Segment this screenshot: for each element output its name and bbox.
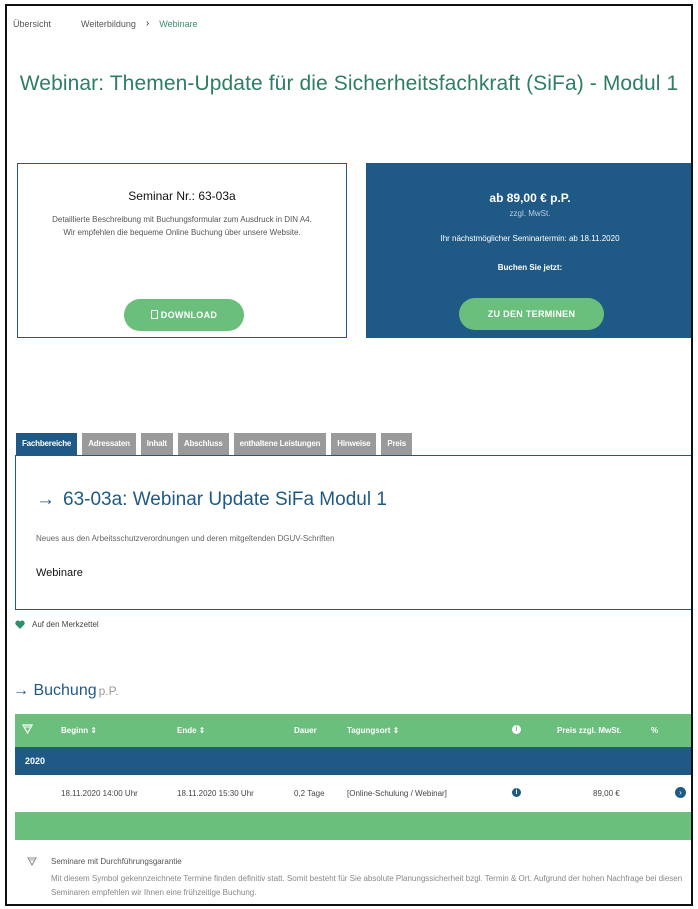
cell-beginn: 18.11.2020 14:00 Uhr [61, 789, 138, 798]
guarantee-text: Mit diesem Symbol gekennzeichnete Termin… [51, 874, 683, 897]
table-row[interactable]: 18.11.2020 14:00 Uhr 18.11.2020 15:30 Uh… [15, 776, 691, 812]
heart-icon [15, 620, 25, 629]
page-title: Webinar: Themen-Update für die Sicherhei… [19, 72, 679, 95]
tab-bar: Fachbereiche Adressaten Inhalt Abschluss… [16, 433, 417, 455]
column-preis: Preis zzgl. MwSt. [557, 726, 622, 735]
info-icon: i [512, 725, 521, 734]
booking-title: Buchung [33, 682, 97, 699]
to-dates-button[interactable]: ZU DEN TERMINEN [459, 298, 604, 330]
document-icon [150, 310, 158, 319]
tab-abschluss[interactable]: Abschluss [177, 433, 229, 455]
add-to-watchlist-link[interactable]: Auf den Merkzettel [15, 620, 99, 629]
arrow-right-icon: → [13, 682, 29, 699]
guarantee-title: Seminare mit Durchführungsgarantie [51, 857, 182, 866]
book-now-text: Buchen Sie jetzt: [497, 263, 563, 272]
download-box: Seminar Nr.: 63-03a Detaillierte Beschre… [17, 163, 347, 338]
download-button[interactable]: DOWNLOAD [124, 299, 244, 331]
arrow-right-icon: → [36, 489, 55, 510]
breadcrumb-link-uebersicht[interactable]: Übersicht [13, 19, 51, 29]
next-date: Ihr nächstmöglicher Seminartermin: ab 18… [440, 234, 620, 243]
tab-enthaltene-leistungen[interactable]: enthaltene Leistungen [233, 433, 327, 455]
download-description: Detaillierte Beschreibung mit Buchungsfo… [52, 215, 312, 237]
tab-inhalt[interactable]: Inhalt [140, 433, 173, 455]
guarantee-filter-icon[interactable] [22, 724, 33, 734]
booking-heading: → Buchung p.P. [13, 682, 118, 700]
go-arrow-icon[interactable]: › [675, 787, 686, 798]
cell-ende: 18.11.2020 15:30 Uhr [177, 789, 254, 798]
column-tagungsort[interactable]: Tagungsort ⇕ [347, 726, 399, 735]
table-footer-bar [15, 812, 691, 840]
year-group-row: 2020 [15, 747, 691, 775]
booking-pp: p.P. [98, 684, 119, 698]
watchlist-label: Auf den Merkzettel [32, 620, 99, 629]
panel-subtext: Neues aus den Arbeitsschutzverordnungen … [36, 534, 335, 543]
tab-fachbereiche[interactable]: Fachbereiche [16, 433, 78, 455]
panel-category: Webinare [36, 567, 83, 579]
download-button-label: DOWNLOAD [160, 310, 218, 320]
cell-preis: 89,00 € [593, 789, 620, 798]
panel-heading: → 63-03a: Webinar Update SiFa Modul 1 [36, 489, 387, 511]
tab-adressaten[interactable]: Adressaten [82, 433, 136, 455]
table-header: Beginn ⇕ Ende ⇕ Dauer Tagungsort ⇕ i Pre… [15, 714, 691, 747]
column-ende[interactable]: Ende ⇕ [177, 726, 205, 735]
seminar-number: Seminar Nr.: 63-03a [128, 189, 236, 203]
breadcrumb-link-weiterbildung[interactable]: Weiterbildung [81, 19, 136, 29]
column-dauer: Dauer [294, 726, 317, 735]
guarantee-icon [27, 857, 37, 866]
price: ab 89,00 € p.P. [489, 191, 571, 205]
tab-panel: → 63-03a: Webinar Update SiFa Modul 1 Neu… [15, 455, 691, 610]
tab-preis[interactable]: Preis [381, 433, 412, 455]
tab-hinweise[interactable]: Hinweise [331, 433, 377, 455]
column-discount: % [651, 726, 659, 735]
tax-note: zzgl. MwSt. [509, 209, 551, 218]
cell-tagungsort: [Online-Schulung / Webinar] [347, 789, 447, 798]
cell-dauer: 0,2 Tage [294, 789, 325, 798]
breadcrumb-separator: › [145, 18, 150, 29]
breadcrumb-current[interactable]: Webinare [159, 19, 197, 29]
price-box: ab 89,00 € p.P. zzgl. MwSt. Ihr nächstmö… [366, 163, 691, 338]
column-beginn[interactable]: Beginn ⇕ [61, 726, 97, 735]
guarantee-note: Seminare mit Durchführungsgarantie Mit d… [27, 857, 687, 900]
breadcrumb: Übersicht Weiterbildung › Webinare [13, 18, 198, 29]
page-frame: Übersicht Weiterbildung › Webinare Webin… [5, 4, 693, 906]
panel-heading-text: 63-03a: Webinar Update SiFa Modul 1 [63, 489, 387, 510]
year-label: 2020 [25, 756, 46, 766]
info-icon[interactable]: i [512, 788, 521, 797]
